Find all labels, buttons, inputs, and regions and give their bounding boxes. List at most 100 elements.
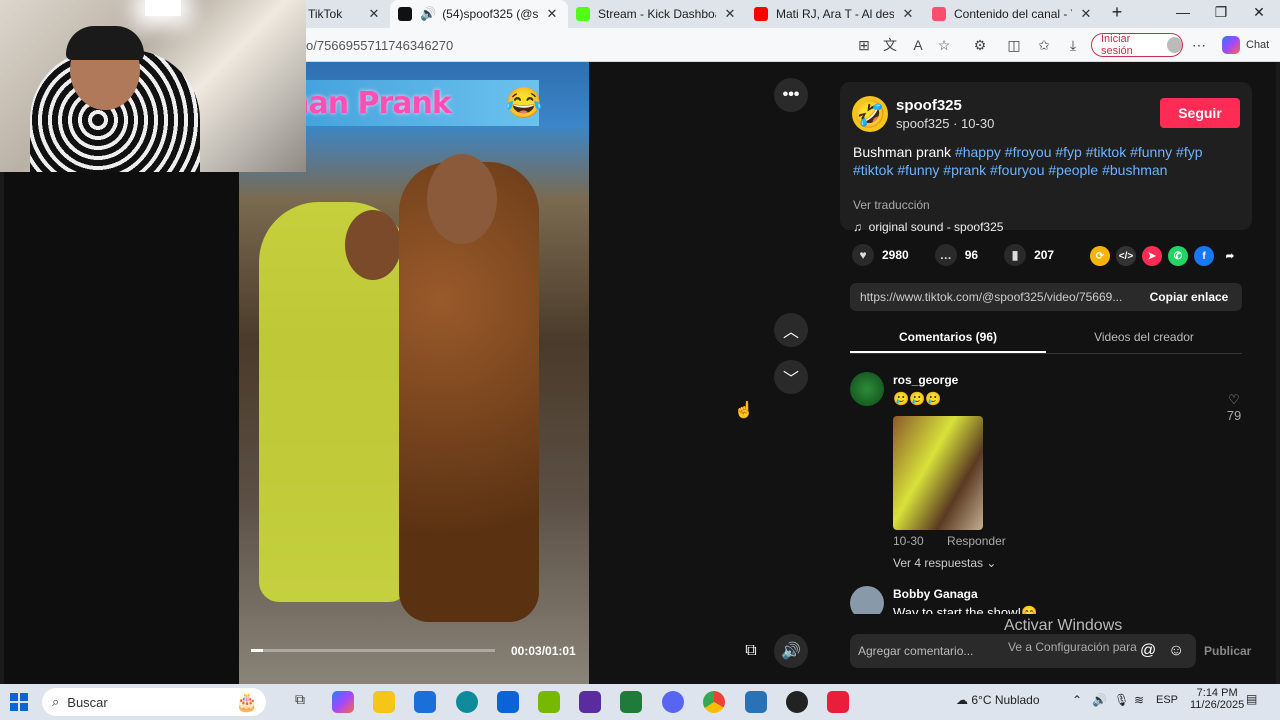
file-explorer-icon[interactable]: [373, 691, 395, 713]
hashtag-link[interactable]: #funny: [1130, 144, 1172, 160]
url-field[interactable]: o/7566955711746346270: [306, 38, 453, 53]
volume-tray-icon[interactable]: 🔊: [1092, 693, 1107, 707]
avatar[interactable]: [850, 372, 884, 406]
like-button[interactable]: ♥ 2980: [852, 244, 909, 266]
extensions-icon[interactable]: ⚙: [970, 36, 990, 54]
favorite-star-icon[interactable]: ☆: [934, 36, 954, 54]
window-close-icon[interactable]: ✕: [1244, 4, 1274, 21]
wifi-icon[interactable]: ≋: [1134, 693, 1144, 707]
chrome-icon[interactable]: [703, 691, 725, 713]
hashtag-link[interactable]: #people: [1048, 162, 1098, 178]
tab-tiktok[interactable]: TikTok ✕: [300, 0, 390, 28]
mention-icon[interactable]: @: [1140, 642, 1156, 660]
read-aloud-icon[interactable]: A: [908, 36, 928, 54]
author-username[interactable]: spoof325: [896, 97, 962, 114]
translate-icon[interactable]: 文: [880, 36, 900, 54]
more-menu-icon[interactable]: ⋯: [1189, 36, 1209, 54]
minimize-icon[interactable]: —: [1168, 4, 1198, 20]
embed-icon[interactable]: </>: [1116, 246, 1136, 266]
language-indicator[interactable]: ESP: [1156, 694, 1178, 706]
send-icon[interactable]: ➤: [1142, 246, 1162, 266]
video-progress-bar[interactable]: [251, 649, 495, 652]
taskbar-search[interactable]: ⌕ Buscar 🎂: [42, 688, 266, 716]
windows-start-icon[interactable]: [10, 693, 28, 711]
hashtag-link[interactable]: #froyou: [1005, 144, 1052, 160]
copilot-chat-button[interactable]: Chat: [1222, 36, 1269, 54]
close-icon[interactable]: ✕: [366, 6, 382, 22]
save-button[interactable]: ▮ 207: [1004, 244, 1054, 266]
weather-widget[interactable]: ☁ 6°C Nublado: [956, 693, 1040, 707]
previous-video-icon[interactable]: ︿: [774, 313, 808, 347]
comment-username[interactable]: ros_george: [893, 373, 958, 387]
engagement-stats: ♥ 2980 … 96 ▮ 207: [852, 244, 1080, 266]
close-icon[interactable]: ✕: [544, 6, 560, 22]
speaker-icon[interactable]: 🔊: [420, 6, 436, 22]
follow-button[interactable]: Seguir: [1160, 98, 1240, 128]
close-icon[interactable]: ✕: [900, 6, 916, 22]
hashtag-link[interactable]: #tiktok: [853, 162, 893, 178]
tab-youtube-studio[interactable]: Contenido del canal - YouTub ✕: [924, 0, 1102, 28]
tab-comments[interactable]: Comentarios (96): [850, 320, 1046, 353]
comment-image[interactable]: [893, 416, 983, 530]
comment-button[interactable]: … 96: [934, 244, 978, 266]
task-view-icon[interactable]: ⧉: [289, 691, 311, 713]
store-icon[interactable]: [414, 691, 436, 713]
hashtag-link[interactable]: #fouryou: [990, 162, 1044, 178]
emoji-icon[interactable]: ☺: [1168, 642, 1184, 660]
hashtag-link[interactable]: #happy: [955, 144, 1001, 160]
nvidia-icon[interactable]: [538, 691, 560, 713]
view-replies-button[interactable]: Ver 4 respuestas ⌄: [893, 556, 996, 570]
close-icon[interactable]: ✕: [1078, 6, 1094, 22]
reply-button[interactable]: Responder: [947, 534, 1006, 548]
sign-in-button[interactable]: Iniciar sesión: [1091, 33, 1183, 57]
close-icon[interactable]: ✕: [722, 6, 738, 22]
next-video-icon[interactable]: ﹀: [774, 360, 808, 394]
hashtag-link[interactable]: #funny: [897, 162, 939, 178]
apps-icon[interactable]: ⊞: [854, 36, 874, 54]
sound-link[interactable]: ♫ original sound - spoof325: [853, 220, 1003, 234]
tab-title: Contenido del canal - YouTub: [954, 7, 1072, 21]
post-comment-button[interactable]: Publicar: [1204, 644, 1251, 658]
hashtag-link[interactable]: #fyp: [1176, 144, 1202, 160]
notifications-icon[interactable]: ▤: [1246, 692, 1257, 706]
tab-creator-videos[interactable]: Videos del creador: [1046, 320, 1242, 353]
shield-app-icon[interactable]: [745, 691, 767, 713]
repost-icon[interactable]: ⟳: [1090, 246, 1110, 266]
gpu-monitor-icon[interactable]: [620, 691, 642, 713]
outlook-icon[interactable]: [497, 691, 519, 713]
maximize-icon[interactable]: ❐: [1206, 4, 1236, 21]
hashtag-link[interactable]: #fyp: [1055, 144, 1081, 160]
tab-spoof325[interactable]: 🔊 (54)spoof325 (@spoof3 ✕: [390, 0, 568, 28]
clock[interactable]: 7:14 PM 11/26/2025: [1190, 687, 1244, 711]
tiktok-app-icon[interactable]: [827, 691, 849, 713]
facebook-icon[interactable]: f: [1194, 246, 1214, 266]
split-screen-icon[interactable]: ◫: [1004, 36, 1024, 54]
hashtag-link[interactable]: #tiktok: [1086, 144, 1126, 160]
streaming-app-icon[interactable]: [786, 691, 808, 713]
author-avatar[interactable]: 🤣: [852, 96, 888, 132]
new-tab-icon[interactable]: +: [1102, 2, 1132, 23]
microphone-icon[interactable]: 🎙: [1114, 693, 1129, 707]
picture-in-picture-icon[interactable]: ⧉: [734, 634, 768, 668]
whatsapp-icon[interactable]: ✆: [1168, 246, 1188, 266]
edge-icon[interactable]: [456, 691, 478, 713]
tab-youtube-music[interactable]: Mati RJ, Ara T - Al despertar ✕: [746, 0, 924, 28]
share-arrow-icon[interactable]: ➦: [1220, 246, 1240, 266]
download-icon[interactable]: ⤓: [1063, 36, 1083, 54]
avatar[interactable]: [850, 586, 884, 614]
more-options-icon[interactable]: •••: [774, 78, 808, 112]
copy-link-button[interactable]: Copiar enlace: [1136, 290, 1242, 304]
discord-icon[interactable]: [662, 691, 684, 713]
tab-kick[interactable]: Stream - Kick Dashboard ✕: [568, 0, 746, 28]
translate-link[interactable]: Ver traducción: [853, 198, 930, 212]
copilot-app-icon[interactable]: [332, 691, 354, 713]
chevron-up-icon[interactable]: ⌃: [1072, 693, 1082, 707]
hashtag-link[interactable]: #bushman: [1102, 162, 1167, 178]
comment-username[interactable]: Bobby Ganaga: [893, 587, 978, 601]
video-link[interactable]: https://www.tiktok.com/@spoof325/video/7…: [850, 290, 1136, 304]
obs-icon[interactable]: [579, 691, 601, 713]
volume-icon[interactable]: 🔊: [774, 634, 808, 668]
favorites-icon[interactable]: ✩: [1034, 36, 1054, 54]
comment-like-button[interactable]: ♡ 79: [1224, 392, 1244, 423]
hashtag-link[interactable]: #prank: [943, 162, 986, 178]
